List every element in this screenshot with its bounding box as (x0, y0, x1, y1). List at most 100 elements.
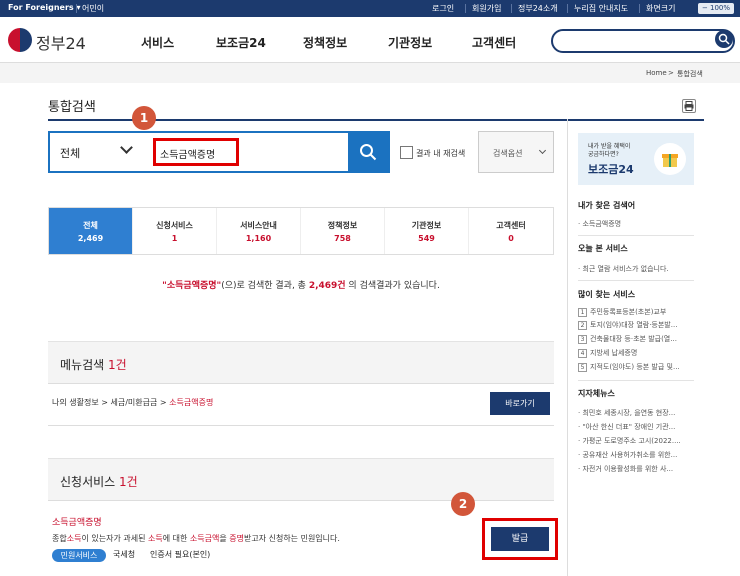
nav-policy[interactable]: 정책정보 (303, 34, 347, 51)
language-link[interactable]: 어민이 (82, 3, 104, 14)
site-logo[interactable]: 정부24 (36, 30, 86, 54)
tab-customer-center[interactable]: 고객센터 0 (469, 208, 553, 254)
apply-service-header: 신청서비스 1건 (48, 458, 554, 500)
nav-subsidy24[interactable]: 보조금24 (216, 34, 266, 51)
popular-service-item[interactable]: 3 건축물대장 등·초본 발급(열... (578, 334, 677, 344)
tab-count: 758 (334, 234, 351, 243)
agency-tag: 국세청 (113, 550, 136, 559)
highlight-box-query: 소득금액증명 (153, 138, 239, 166)
local-news-title: 지자체뉴스 (578, 389, 615, 398)
banner-title: 보조금24 (588, 163, 634, 176)
popular-service-item[interactable]: 5 지적도(임야도) 등본 발급 및... (578, 362, 680, 372)
divider (511, 4, 512, 13)
divider (639, 4, 640, 13)
page-title: 통합검색 (48, 100, 96, 115)
header-search-button[interactable] (715, 30, 733, 48)
tab-agency[interactable]: 기관정보 549 (385, 208, 469, 254)
news-item[interactable]: · "아산 한신 더표" 장애인 기관... (578, 422, 675, 432)
result-summary: "소득금액증명"(으)로 검색한 결과, 총 2,469건 의 검색결과가 있습… (48, 278, 554, 291)
section-title: 메뉴검색 1건 (60, 358, 127, 372)
print-icon[interactable] (682, 99, 696, 113)
search-scope-select[interactable]: 전체 (60, 145, 80, 161)
tab-all[interactable]: 전체 2,469 (49, 208, 133, 254)
news-item[interactable]: · 공유재산 사용허가취소를 위한... (578, 450, 677, 460)
chevron-down-icon[interactable] (120, 141, 133, 154)
sidebar-divider (567, 119, 568, 576)
chevron-down-icon (538, 146, 547, 155)
search-input[interactable]: 소득금액증명 (160, 146, 215, 161)
foreigners-link[interactable]: For Foreigners ▾ (8, 3, 80, 12)
tab-label: 신청서비스 (156, 221, 193, 230)
divider (48, 500, 554, 501)
tab-count: 1,160 (245, 234, 272, 243)
issue-button[interactable]: 발급 (491, 527, 549, 551)
news-item[interactable]: · 최민호 세종시장, 을연동 현장... (578, 408, 675, 418)
nav-agency[interactable]: 기관정보 (388, 34, 432, 51)
zoom-control[interactable]: − 100% + (698, 3, 734, 23)
banner-text: 궁금하다면? (588, 151, 619, 158)
search-button[interactable] (348, 133, 388, 171)
search-icon (360, 144, 377, 161)
result-text: 의 검색결과가 있습니다. (345, 281, 440, 291)
popular-service-item[interactable]: 2 토지(임야)대장 열람·등본발... (578, 320, 677, 330)
printer-icon (684, 101, 694, 111)
tab-label: 서비스안내 (240, 221, 277, 230)
research-in-results-label[interactable]: 결과 내 재검색 (416, 148, 465, 159)
research-in-results-checkbox[interactable] (400, 146, 413, 159)
tab-apply-services[interactable]: 신청서비스 1 (133, 208, 217, 254)
result-text: (으)로 검색한 결과, 총 (221, 281, 309, 291)
divider (578, 380, 694, 381)
tab-count: 0 (508, 234, 514, 243)
my-search-item[interactable]: · 소득금액증명 (578, 219, 621, 229)
step-badge-1: 1 (132, 106, 156, 130)
menu-path[interactable]: 나의 생활정보 > 세금/미환급금 > 소득금액증명 (52, 397, 213, 408)
search-options-label: 검색옵션 (493, 149, 523, 158)
search-options-button[interactable]: 검색옵션 (478, 131, 554, 173)
breadcrumb: Home > 통합검색 (0, 63, 740, 83)
divider (76, 4, 77, 13)
nav-services[interactable]: 서비스 (141, 34, 174, 51)
result-query: "소득금액증명" (162, 281, 222, 291)
tab-count: 549 (418, 234, 435, 243)
divider (578, 235, 694, 236)
tab-label: 고객센터 (496, 221, 526, 230)
login-link[interactable]: 로그인 (432, 3, 454, 14)
breadcrumb-home[interactable]: Home (646, 69, 667, 77)
tab-policy[interactable]: 정책정보 758 (301, 208, 385, 254)
service-item-description: 종합소득이 있는자가 과세된 소득에 대한 소득금액을 증명받고자 신청하는 민… (52, 534, 340, 543)
tab-count: 1 (171, 234, 178, 243)
main-search-box: 전체 소득금액증명 (48, 131, 390, 173)
section-title: 신청서비스 1건 (60, 475, 138, 489)
popular-service-item[interactable]: 4 지방세 납세증명 (578, 348, 637, 358)
news-item[interactable]: · 가평군 도로명주소 고시(2022.... (578, 436, 681, 446)
tab-label: 정책정보 (327, 221, 358, 230)
sitemap-link[interactable]: 누리집 안내지도 (574, 3, 628, 14)
divider (48, 425, 554, 426)
popular-services-title: 많이 찾는 서비스 (578, 290, 636, 299)
breadcrumb-sep: > (668, 69, 674, 77)
menu-search-header: 메뉴검색 1건 (48, 341, 554, 383)
signup-link[interactable]: 회원가입 (472, 3, 501, 14)
header-search-wrap (551, 29, 735, 53)
government-logo-icon[interactable] (8, 28, 32, 52)
popular-service-item[interactable]: 1 주민등록표등본(초본)교부 (578, 307, 666, 317)
divider (578, 280, 694, 281)
service-item-title[interactable]: 소득금액증명 (52, 515, 102, 528)
divider (465, 4, 466, 13)
certificate-tag: 인증서 필요(본인) (150, 550, 211, 559)
tab-label: 전체 (83, 221, 98, 230)
news-item[interactable]: · 자전거 이용활성화를 위한 사... (578, 464, 673, 474)
result-total: 2,469건 (308, 281, 346, 291)
today-viewed-item: · 최근 열람 서비스가 없습니다. (578, 265, 669, 273)
today-viewed-title: 오늘 본 서비스 (578, 244, 628, 253)
divider (48, 383, 554, 384)
tab-service-guide[interactable]: 서비스안내 1,160 (217, 208, 301, 254)
civil-service-tag: 민원서비스 (52, 549, 106, 562)
subsidy24-banner[interactable]: 내가 받을 혜택이 궁금하다면? 보조금24 (578, 133, 694, 185)
my-search-title: 내가 찾은 검색어 (578, 201, 636, 210)
gift-icon (654, 143, 686, 175)
nav-customer-center[interactable]: 고객센터 (472, 34, 516, 51)
about-link[interactable]: 정부24소개 (518, 3, 558, 14)
go-to-button[interactable]: 바로가기 (490, 392, 550, 415)
divider (567, 4, 568, 13)
